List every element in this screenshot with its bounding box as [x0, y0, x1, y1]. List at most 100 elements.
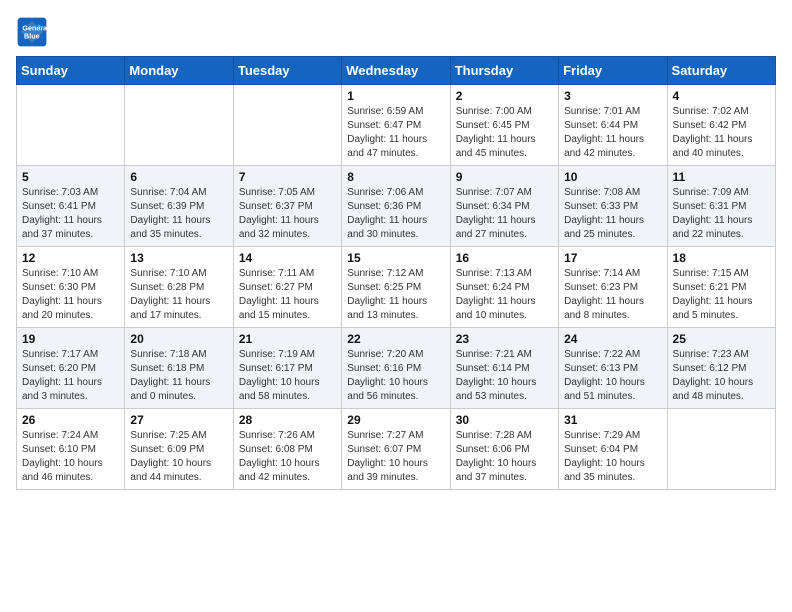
- day-number: 2: [456, 89, 553, 103]
- day-info: Sunrise: 7:23 AMSunset: 6:12 PMDaylight:…: [673, 348, 770, 404]
- calendar-cell: 21Sunrise: 7:19 AMSunset: 6:17 PMDayligh…: [233, 328, 341, 409]
- day-info: Sunrise: 7:01 AMSunset: 6:44 PMDaylight:…: [564, 105, 661, 161]
- calendar-cell: 19 Sunrise: 7:17 AMSunset: 6:20 PMDayligh…: [17, 328, 125, 409]
- day-info: Sunrise: 7:15 AMSunset: 6:21 PMDaylight:…: [673, 267, 770, 323]
- calendar-cell: 12 Sunrise: 7:10 AMSunset: 6:30 PMDayligh…: [17, 247, 125, 328]
- day-number: 29: [347, 413, 444, 427]
- day-number: 22: [347, 332, 444, 346]
- weekday-header: Monday: [125, 57, 233, 85]
- day-number: 15: [347, 251, 444, 265]
- day-number: 19: [22, 332, 119, 346]
- calendar-table: SundayMondayTuesdayWednesdayThursdayFrid…: [16, 56, 776, 490]
- day-number: 9: [456, 170, 553, 184]
- svg-text:Blue: Blue: [24, 31, 40, 40]
- calendar-cell: 8Sunrise: 7:06 AMSunset: 6:36 PMDaylight…: [342, 166, 450, 247]
- day-info: Sunrise: 7:05 AMSunset: 6:37 PMDaylight:…: [239, 186, 336, 242]
- calendar-week-row: 5 Sunrise: 7:03 AMSunset: 6:41 PMDaylight…: [17, 166, 776, 247]
- day-info: Sunrise: 7:07 AMSunset: 6:34 PMDaylight:…: [456, 186, 553, 242]
- calendar-cell: 7Sunrise: 7:05 AMSunset: 6:37 PMDaylight…: [233, 166, 341, 247]
- weekday-header: Wednesday: [342, 57, 450, 85]
- calendar-week-row: 26 Sunrise: 7:24 AMSunset: 6:10 PMDayligh…: [17, 409, 776, 490]
- calendar-cell: 13 Sunrise: 7:10 AMSunset: 6:28 PMDayligh…: [125, 247, 233, 328]
- day-number: 26: [22, 413, 119, 427]
- day-number: 10: [564, 170, 661, 184]
- calendar-cell: 18 Sunrise: 7:15 AMSunset: 6:21 PMDayligh…: [667, 247, 775, 328]
- calendar-cell: [125, 85, 233, 166]
- calendar-cell: 27 Sunrise: 7:25 AMSunset: 6:09 PMDayligh…: [125, 409, 233, 490]
- day-info: Sunrise: 7:04 AMSunset: 6:39 PMDaylight:…: [130, 186, 227, 242]
- day-info: Sunrise: 7:22 AMSunset: 6:13 PMDaylight:…: [564, 348, 661, 404]
- calendar-cell: [233, 85, 341, 166]
- calendar-cell: 24 Sunrise: 7:22 AMSunset: 6:13 PMDayligh…: [559, 328, 667, 409]
- day-number: 24: [564, 332, 661, 346]
- day-info: Sunrise: 7:21 AMSunset: 6:14 PMDaylight:…: [456, 348, 553, 404]
- day-info: Sunrise: 7:25 AMSunset: 6:09 PMDaylight:…: [130, 429, 227, 485]
- calendar-cell: 28Sunrise: 7:26 AMSunset: 6:08 PMDayligh…: [233, 409, 341, 490]
- day-info: Sunrise: 7:00 AMSunset: 6:45 PMDaylight:…: [456, 105, 553, 161]
- calendar-cell: 15 Sunrise: 7:12 AMSunset: 6:25 PMDayligh…: [342, 247, 450, 328]
- day-info: Sunrise: 7:14 AMSunset: 6:23 PMDaylight:…: [564, 267, 661, 323]
- calendar-cell: 31 Sunrise: 7:29 AMSunset: 6:04 PMDayligh…: [559, 409, 667, 490]
- calendar-cell: 11 Sunrise: 7:09 AMSunset: 6:31 PMDayligh…: [667, 166, 775, 247]
- day-number: 31: [564, 413, 661, 427]
- calendar-cell: 14 Sunrise: 7:11 AMSunset: 6:27 PMDayligh…: [233, 247, 341, 328]
- day-info: Sunrise: 7:02 AMSunset: 6:42 PMDaylight:…: [673, 105, 770, 161]
- weekday-header: Friday: [559, 57, 667, 85]
- calendar-cell: 26 Sunrise: 7:24 AMSunset: 6:10 PMDayligh…: [17, 409, 125, 490]
- calendar-week-row: 12 Sunrise: 7:10 AMSunset: 6:30 PMDayligh…: [17, 247, 776, 328]
- weekday-header: Saturday: [667, 57, 775, 85]
- calendar-cell: 3 Sunrise: 7:01 AMSunset: 6:44 PMDaylight…: [559, 85, 667, 166]
- page-container: General Blue SundayMondayTuesdayWednesda…: [0, 0, 792, 500]
- calendar-cell: 10Sunrise: 7:08 AMSunset: 6:33 PMDayligh…: [559, 166, 667, 247]
- weekday-header: Tuesday: [233, 57, 341, 85]
- day-number: 13: [130, 251, 227, 265]
- calendar-cell: 16Sunrise: 7:13 AMSunset: 6:24 PMDayligh…: [450, 247, 558, 328]
- day-info: Sunrise: 7:18 AMSunset: 6:18 PMDaylight:…: [130, 348, 227, 404]
- day-info: Sunrise: 7:17 AMSunset: 6:20 PMDaylight:…: [22, 348, 119, 404]
- day-info: Sunrise: 7:09 AMSunset: 6:31 PMDaylight:…: [673, 186, 770, 242]
- day-number: 30: [456, 413, 553, 427]
- day-info: Sunrise: 7:29 AMSunset: 6:04 PMDaylight:…: [564, 429, 661, 485]
- day-number: 11: [673, 170, 770, 184]
- weekday-header-row: SundayMondayTuesdayWednesdayThursdayFrid…: [17, 57, 776, 85]
- day-number: 3: [564, 89, 661, 103]
- calendar-cell: 2 Sunrise: 7:00 AMSunset: 6:45 PMDaylight…: [450, 85, 558, 166]
- calendar-week-row: 19 Sunrise: 7:17 AMSunset: 6:20 PMDayligh…: [17, 328, 776, 409]
- day-number: 28: [239, 413, 336, 427]
- logo-area: General Blue: [16, 16, 52, 48]
- day-number: 1: [347, 89, 444, 103]
- logo-icon: General Blue: [16, 16, 48, 48]
- calendar-cell: 1Sunrise: 6:59 AMSunset: 6:47 PMDaylight…: [342, 85, 450, 166]
- calendar-cell: 5 Sunrise: 7:03 AMSunset: 6:41 PMDaylight…: [17, 166, 125, 247]
- day-info: Sunrise: 7:20 AMSunset: 6:16 PMDaylight:…: [347, 348, 444, 404]
- day-info: Sunrise: 7:11 AMSunset: 6:27 PMDaylight:…: [239, 267, 336, 323]
- calendar-cell: [667, 409, 775, 490]
- calendar-cell: 4Sunrise: 7:02 AMSunset: 6:42 PMDaylight…: [667, 85, 775, 166]
- day-number: 12: [22, 251, 119, 265]
- calendar-cell: 9 Sunrise: 7:07 AMSunset: 6:34 PMDaylight…: [450, 166, 558, 247]
- calendar-cell: 25 Sunrise: 7:23 AMSunset: 6:12 PMDayligh…: [667, 328, 775, 409]
- calendar-cell: 17 Sunrise: 7:14 AMSunset: 6:23 PMDayligh…: [559, 247, 667, 328]
- day-number: 20: [130, 332, 227, 346]
- day-number: 5: [22, 170, 119, 184]
- day-info: Sunrise: 7:24 AMSunset: 6:10 PMDaylight:…: [22, 429, 119, 485]
- day-number: 8: [347, 170, 444, 184]
- day-number: 23: [456, 332, 553, 346]
- day-number: 25: [673, 332, 770, 346]
- day-number: 6: [130, 170, 227, 184]
- day-info: Sunrise: 7:10 AMSunset: 6:28 PMDaylight:…: [130, 267, 227, 323]
- weekday-header: Thursday: [450, 57, 558, 85]
- day-info: Sunrise: 7:03 AMSunset: 6:41 PMDaylight:…: [22, 186, 119, 242]
- header: General Blue: [16, 16, 776, 48]
- day-number: 17: [564, 251, 661, 265]
- calendar-cell: 30 Sunrise: 7:28 AMSunset: 6:06 PMDayligh…: [450, 409, 558, 490]
- day-info: Sunrise: 7:10 AMSunset: 6:30 PMDaylight:…: [22, 267, 119, 323]
- day-number: 14: [239, 251, 336, 265]
- day-info: Sunrise: 7:28 AMSunset: 6:06 PMDaylight:…: [456, 429, 553, 485]
- calendar-cell: [17, 85, 125, 166]
- day-info: Sunrise: 7:19 AMSunset: 6:17 PMDaylight:…: [239, 348, 336, 404]
- day-number: 27: [130, 413, 227, 427]
- day-info: Sunrise: 7:27 AMSunset: 6:07 PMDaylight:…: [347, 429, 444, 485]
- day-number: 18: [673, 251, 770, 265]
- day-info: Sunrise: 7:12 AMSunset: 6:25 PMDaylight:…: [347, 267, 444, 323]
